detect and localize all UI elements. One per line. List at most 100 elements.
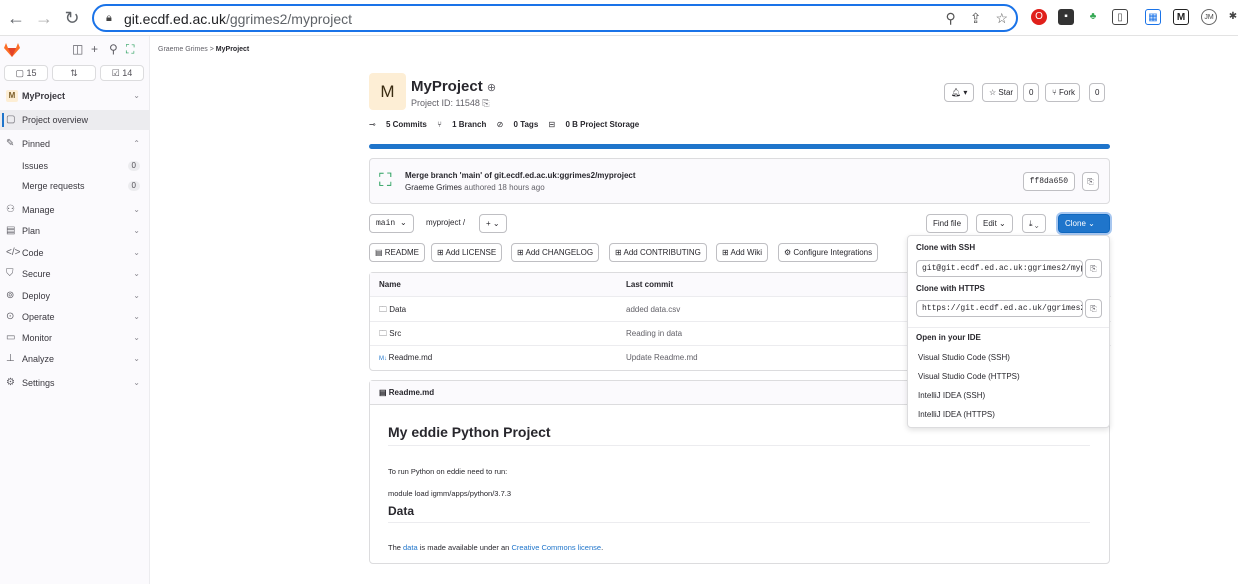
progress-fill: [369, 144, 1110, 149]
readme-paragraph: module load igmm/apps/python/3.7.3: [388, 489, 511, 498]
storage-link[interactable]: ⊟ 0 B Project Storage: [549, 120, 640, 129]
clone-https-field[interactable]: https://git.ecdf.ed.ac.uk/ggrimes2/mypro…: [916, 300, 1083, 317]
reader-extension-icon[interactable]: ▯: [1112, 9, 1128, 25]
sidebar-item-secure[interactable]: ⛉ Secure ⌄: [0, 264, 150, 284]
color-extension-icon[interactable]: ♣: [1085, 9, 1101, 25]
sidebar-toggle-icon[interactable]: ◫: [72, 42, 83, 56]
configure-integrations-button[interactable]: ⚙ Configure Integrations: [778, 243, 879, 262]
chevron-down-icon: ⌄: [133, 205, 140, 214]
add-file-button[interactable]: + ⌄: [479, 214, 507, 233]
copy-https-button[interactable]: ⎘: [1085, 299, 1102, 318]
edit-button[interactable]: Edit ⌄: [976, 214, 1013, 233]
sidebar-item-settings[interactable]: ⚙ Settings ⌄: [0, 373, 150, 393]
ide-label: Open in your IDE: [916, 333, 981, 342]
commit-icon: ⊸: [369, 120, 378, 129]
sidebar-item-manage[interactable]: ⚇ Manage ⌄: [0, 200, 150, 220]
share-icon[interactable]: ⇪: [970, 10, 982, 27]
star-count[interactable]: 0: [1023, 83, 1040, 102]
download-button[interactable]: ⤓ ⌄: [1022, 214, 1046, 233]
commit-author: Graeme Grimes authored 18 hours ago: [405, 183, 545, 192]
markdown-icon: M↓: [379, 356, 389, 362]
fork-count[interactable]: 0: [1089, 83, 1106, 102]
shield-icon: ⛉: [6, 268, 14, 279]
chevron-down-icon: ⌄: [999, 219, 1006, 228]
data-link[interactable]: data: [403, 543, 418, 552]
folder-icon: 🗀︎: [379, 329, 390, 338]
breadcrumb-user[interactable]: Graeme Grimes: [158, 46, 208, 53]
sidebar-item-code[interactable]: </> Code ⌄: [0, 243, 150, 263]
branches-link[interactable]: ⑂ 1 Branch: [437, 120, 486, 129]
issues-count[interactable]: ▢ 15: [4, 65, 48, 81]
branch-selector[interactable]: main ⌄: [369, 214, 414, 233]
zoom-icon[interactable]: ⚲: [945, 10, 955, 27]
chevron-down-icon: ⌄: [133, 248, 140, 257]
add-changelog-button[interactable]: ⊞ Add CHANGELOG: [511, 243, 600, 262]
calendar-extension-icon[interactable]: ▦: [1145, 9, 1161, 25]
sidebar-item-monitor[interactable]: ▭ Monitor ⌄: [0, 328, 150, 348]
back-icon[interactable]: ←: [4, 6, 28, 30]
clone-button[interactable]: Clone ⌄: [1058, 214, 1110, 233]
clone-ssh-field[interactable]: git@git.ecdf.ed.ac.uk:ggrimes2/myproject…: [916, 260, 1083, 277]
jm-extension-icon[interactable]: JM: [1201, 9, 1217, 25]
extension-icon[interactable]: ▪: [1058, 9, 1074, 25]
opera-extension-icon[interactable]: O: [1031, 9, 1047, 25]
star-button[interactable]: ☆ Star: [982, 83, 1019, 102]
commits-link[interactable]: ⊸ 5 Commits: [369, 120, 427, 129]
sidebar-item-plan[interactable]: ▤ Plan ⌄: [0, 221, 150, 241]
ide-vscode-https[interactable]: Visual Studio Code (HTTPS): [918, 372, 1020, 381]
sidebar-item-project-overview[interactable]: ▢ Project overview: [0, 110, 150, 130]
readme-paragraph: To run Python on eddie need to run:: [388, 467, 508, 476]
chevron-down-icon: ⌄: [133, 91, 140, 100]
reload-icon[interactable]: ↻: [60, 6, 84, 30]
ide-intellij-https[interactable]: IntelliJ IDEA (HTTPS): [918, 410, 995, 419]
add-contributing-button[interactable]: ⊞ Add CONTRIBUTING: [609, 243, 707, 262]
ide-intellij-ssh[interactable]: IntelliJ IDEA (SSH): [918, 391, 985, 400]
sidebar-item-merge-requests[interactable]: Merge requests 0: [0, 176, 150, 196]
fork-button[interactable]: ⑂ Fork: [1045, 83, 1081, 102]
forward-icon[interactable]: →: [32, 6, 56, 30]
chevron-down-icon: ⌄: [133, 333, 140, 342]
m-extension-icon[interactable]: M: [1173, 9, 1189, 25]
project-id: Project ID: 11548 ⎘: [411, 98, 490, 108]
puzzle-icon[interactable]: ✱: [1225, 9, 1238, 25]
copy-icon: ⎘: [1087, 177, 1094, 186]
author-avatar[interactable]: ⛶: [379, 171, 392, 189]
find-file-button[interactable]: Find file: [926, 214, 969, 233]
chevron-up-icon: ⌃: [133, 139, 140, 148]
gear-icon: ⚙: [784, 248, 794, 257]
sidebar-project-header[interactable]: M MyProject ⌄: [0, 86, 150, 106]
gitlab-logo-icon[interactable]: [4, 43, 20, 57]
sidebar-item-issues[interactable]: Issues 0: [0, 156, 150, 176]
add-license-button[interactable]: ⊞ Add LICENSE: [431, 243, 503, 262]
breadcrumb-project[interactable]: MyProject: [216, 46, 249, 53]
copy-icon[interactable]: ⎘: [482, 98, 489, 108]
readme-shortcut[interactable]: ▤ README: [369, 243, 426, 262]
operate-icon: ⊙: [6, 311, 15, 322]
chevron-down-icon: ⌄: [133, 226, 140, 235]
todos-count[interactable]: ☑ 14: [100, 65, 144, 81]
license-link[interactable]: Creative Commons license: [511, 543, 601, 552]
copy-sha-button[interactable]: ⎘: [1082, 172, 1099, 191]
commit-sha[interactable]: ff8da650: [1022, 172, 1075, 191]
clone-https-label: Clone with HTTPS: [916, 284, 985, 293]
divider: [908, 327, 1109, 328]
sidebar-item-analyze[interactable]: ⊥ Analyze ⌄: [0, 349, 150, 369]
bookmark-star-icon[interactable]: ☆: [995, 10, 1008, 27]
user-avatar-icon[interactable]: ⛶: [126, 42, 134, 57]
readme-paragraph: The data is made available under an Crea…: [388, 543, 604, 552]
plus-icon[interactable]: +: [91, 42, 98, 56]
add-wiki-button[interactable]: ⊞ Add Wiki: [716, 243, 769, 262]
merge-requests-count[interactable]: ⇅: [52, 65, 96, 81]
chevron-down-icon: ⌄: [400, 219, 407, 228]
search-icon[interactable]: ⚲: [109, 42, 118, 56]
ide-vscode-ssh[interactable]: Visual Studio Code (SSH): [918, 353, 1010, 362]
notification-button[interactable]: 🔔︎ ▾: [944, 83, 975, 102]
sidebar-item-operate[interactable]: ⊙ Operate ⌄: [0, 307, 150, 327]
address-bar[interactable]: 🔒︎ git.ecdf.ed.ac.uk/ggrimes2/myproject …: [92, 4, 1018, 32]
code-icon: </>: [6, 247, 21, 258]
sidebar-item-deploy[interactable]: ⊚ Deploy ⌄: [0, 286, 150, 306]
tags-link[interactable]: ⊘ 0 Tags: [497, 120, 539, 129]
sidebar-item-pinned[interactable]: ✎ Pinned ⌃: [0, 134, 150, 154]
commit-message[interactable]: Merge branch 'main' of git.ecdf.ed.ac.uk…: [405, 171, 636, 180]
copy-ssh-button[interactable]: ⎘: [1085, 259, 1102, 278]
